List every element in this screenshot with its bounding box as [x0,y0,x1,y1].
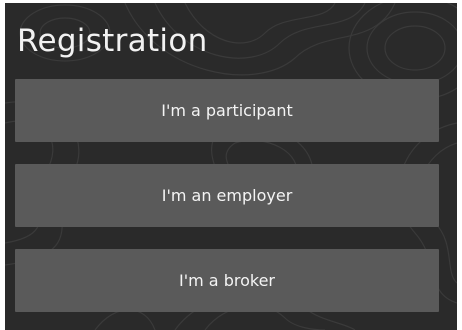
broker-button[interactable]: I'm a broker [15,249,439,312]
employer-button[interactable]: I'm an employer [15,164,439,227]
participant-button[interactable]: I'm a participant [15,79,439,142]
registration-panel: Registration I'm a participant I'm an em… [5,3,457,330]
page-title: Registration [17,23,208,59]
